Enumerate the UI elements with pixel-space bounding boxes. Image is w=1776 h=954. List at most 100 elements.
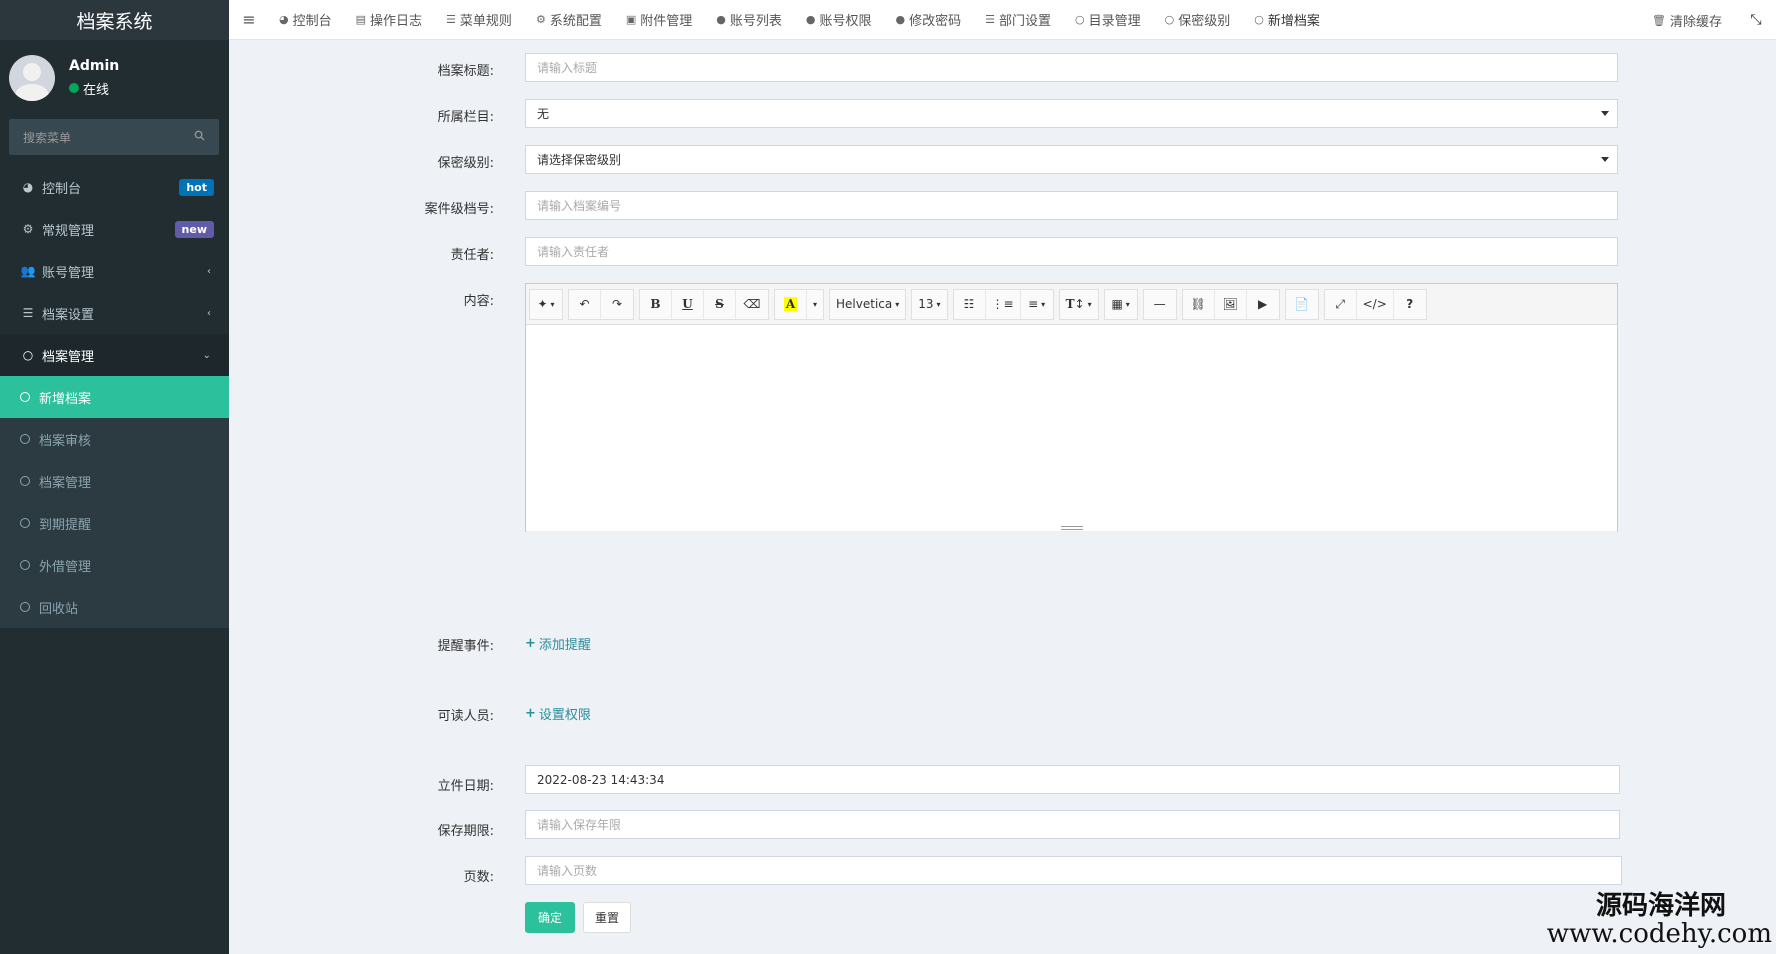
sidebar-item-archive-management[interactable]: ○ 档案管理 ⌄	[0, 334, 229, 376]
brand-title[interactable]: 档案系统	[0, 0, 229, 40]
circle-icon: ○	[1254, 13, 1264, 26]
link-icon[interactable]: ⛓	[1183, 289, 1215, 319]
ordered-list-button[interactable]: ⋮≡	[986, 289, 1021, 319]
expand-icon[interactable]: ⤡	[1736, 12, 1776, 28]
sidebar-subitem-label: 外借管理	[39, 559, 92, 575]
tab-system-config[interactable]: ⚙ 系统配置	[524, 0, 614, 40]
trash-icon: 🗑	[1652, 13, 1666, 27]
search-icon[interactable]	[194, 130, 205, 144]
title-input[interactable]: 请输入标题	[525, 53, 1618, 82]
tab-menu-rules[interactable]: ☰ 菜单规则	[434, 0, 524, 40]
video-icon[interactable]: ▶	[1247, 290, 1279, 319]
redo-button[interactable]: ↷	[601, 290, 633, 319]
watermark-name: 源码海洋网	[1595, 891, 1726, 921]
user-icon: ●	[716, 13, 726, 26]
tab-catalog-management[interactable]: ○ 目录管理	[1063, 0, 1153, 40]
tab-label: 附件管理	[640, 14, 693, 29]
reset-button[interactable]: 重置	[583, 902, 631, 933]
group-icon: ●	[805, 13, 816, 26]
sidebar-submenu: 新增档案 档案审核 档案管理 到期提醒 外借管理 回收站	[0, 376, 229, 628]
tab-department-settings[interactable]: ☰ 部门设置	[973, 0, 1063, 40]
eraser-icon[interactable]: ⌫	[736, 290, 768, 319]
pages-input[interactable]: 请输入页数	[525, 856, 1622, 885]
retention-label: 保存期限:	[437, 824, 494, 839]
tab-account-list[interactable]: ● 账号列表	[704, 0, 794, 40]
owner-input[interactable]: 请输入责任者	[525, 237, 1618, 266]
tab-label: 系统配置	[549, 14, 602, 29]
help-icon[interactable]: ?	[1394, 290, 1426, 319]
date-input[interactable]: 2022-08-23 14:43:34	[525, 765, 1620, 794]
table-insert-dropdown[interactable]: ▦ ▾	[1105, 290, 1137, 319]
tab-label: 菜单规则	[459, 14, 512, 29]
circle-icon	[20, 560, 30, 570]
avatar	[9, 54, 55, 101]
circle-icon	[20, 434, 30, 444]
magic-wand-style-button[interactable]: ✦ ▾	[530, 290, 562, 319]
tab-label: 账号权限	[819, 14, 872, 29]
sidebar-subitem-archive-review[interactable]: 档案审核	[0, 418, 229, 460]
tab-account-permissions[interactable]: ● 账号权限	[794, 0, 884, 40]
sidebar-item-dashboard[interactable]: ◕ 控制台 hot	[0, 166, 229, 208]
clear-cache-button[interactable]: 🗑 清除缓存	[1638, 0, 1736, 40]
tab-operation-log[interactable]: ▤ 操作日志	[344, 0, 434, 40]
bold-button[interactable]: B	[640, 289, 672, 319]
menu-search-input[interactable]: 搜索菜单	[9, 119, 219, 155]
tab-label: 控制台	[292, 14, 332, 29]
editor-content-area[interactable]	[526, 325, 1617, 531]
add-reminder-link[interactable]: + 添加提醒	[525, 634, 591, 653]
circle-icon: ○	[1075, 13, 1085, 26]
tab-secret-level[interactable]: ○ 保密级别	[1153, 0, 1243, 40]
sidebar-item-general[interactable]: ⚙ 常规管理 new	[0, 208, 229, 250]
sidebar-subitem-archive-list[interactable]: 档案管理	[0, 460, 229, 502]
circle-icon	[20, 518, 30, 528]
secret-level-label: 保密级别:	[437, 156, 494, 171]
sidebar-subitem-recycle-bin[interactable]: 回收站	[0, 586, 229, 628]
submit-button[interactable]: 确定	[525, 902, 575, 933]
fullscreen-icon[interactable]: ⤢	[1325, 289, 1357, 319]
sidebar: 档案系统 Admin 在线 搜索菜单 ◕ 控制台 hot ⚙ 常规管理 new …	[0, 0, 229, 954]
horizontal-rule-button[interactable]: —	[1144, 290, 1176, 319]
circle-icon	[20, 392, 30, 402]
sidebar-subitem-label: 回收站	[39, 601, 79, 617]
color-dropdown-button[interactable]: ▾	[807, 290, 823, 319]
sidebar-subitem-label: 到期提醒	[39, 517, 92, 533]
code-view-icon[interactable]: </>	[1357, 289, 1394, 319]
tab-attachments[interactable]: ▣ 附件管理	[614, 0, 704, 40]
font-size-dropdown[interactable]: 13 ▾	[912, 290, 946, 319]
cogs-icon: ⚙	[22, 222, 34, 236]
resize-grip-icon[interactable]	[1060, 526, 1083, 530]
tab-label: 账号列表	[729, 14, 782, 29]
sidebar-item-archive-settings[interactable]: ☰ 档案设置 ‹	[0, 292, 229, 334]
tab-change-password[interactable]: ● 修改密码	[884, 0, 974, 40]
image-icon[interactable]: 🖼	[1215, 289, 1247, 319]
highlight-color-button[interactable]: A	[775, 289, 807, 319]
column-select[interactable]: 无	[525, 99, 1618, 128]
paragraph-align-dropdown[interactable]: ≡ ▾	[1021, 290, 1053, 319]
editor-resize-bar[interactable]	[526, 526, 1617, 532]
tab-dashboard[interactable]: ◕ 控制台	[267, 0, 344, 40]
sidebar-subitem-lending[interactable]: 外借管理	[0, 544, 229, 586]
sidebar-subitem-add-archive[interactable]: 新增档案	[0, 376, 229, 418]
sidebar-subitem-expiry-reminder[interactable]: 到期提醒	[0, 502, 229, 544]
tab-label: 目录管理	[1088, 14, 1141, 29]
set-permission-link[interactable]: + 设置权限	[525, 704, 591, 723]
strikethrough-button[interactable]: S	[704, 289, 736, 319]
undo-button[interactable]: ↶	[569, 289, 601, 319]
menu-search-placeholder: 搜索菜单	[23, 130, 72, 145]
sidebar-item-label: 常规管理	[42, 223, 95, 239]
tab-add-archive[interactable]: ○ 新增档案	[1242, 0, 1332, 40]
unordered-list-button[interactable]: ☷	[954, 289, 986, 319]
file-icon[interactable]: 📄	[1286, 290, 1318, 319]
circle-icon: ○	[22, 348, 34, 362]
file-number-input[interactable]: 请输入档案编号	[525, 191, 1618, 220]
retention-input[interactable]: 请输入保存年限	[525, 810, 1620, 839]
sidebar-item-accounts[interactable]: 👥 账号管理 ‹	[0, 250, 229, 292]
sidebar-subitem-label: 新增档案	[39, 391, 92, 407]
hot-badge: hot	[179, 178, 214, 196]
secret-level-select[interactable]: 请选择保密级别	[525, 145, 1618, 174]
underline-button[interactable]: U	[672, 289, 704, 319]
readers-label: 可读人员:	[437, 709, 494, 724]
line-height-dropdown[interactable]: T ↕ ▾	[1060, 290, 1098, 319]
hamburger-menu-icon[interactable]: ≡	[231, 10, 267, 29]
font-family-dropdown[interactable]: Helvetica ▾	[830, 290, 905, 319]
